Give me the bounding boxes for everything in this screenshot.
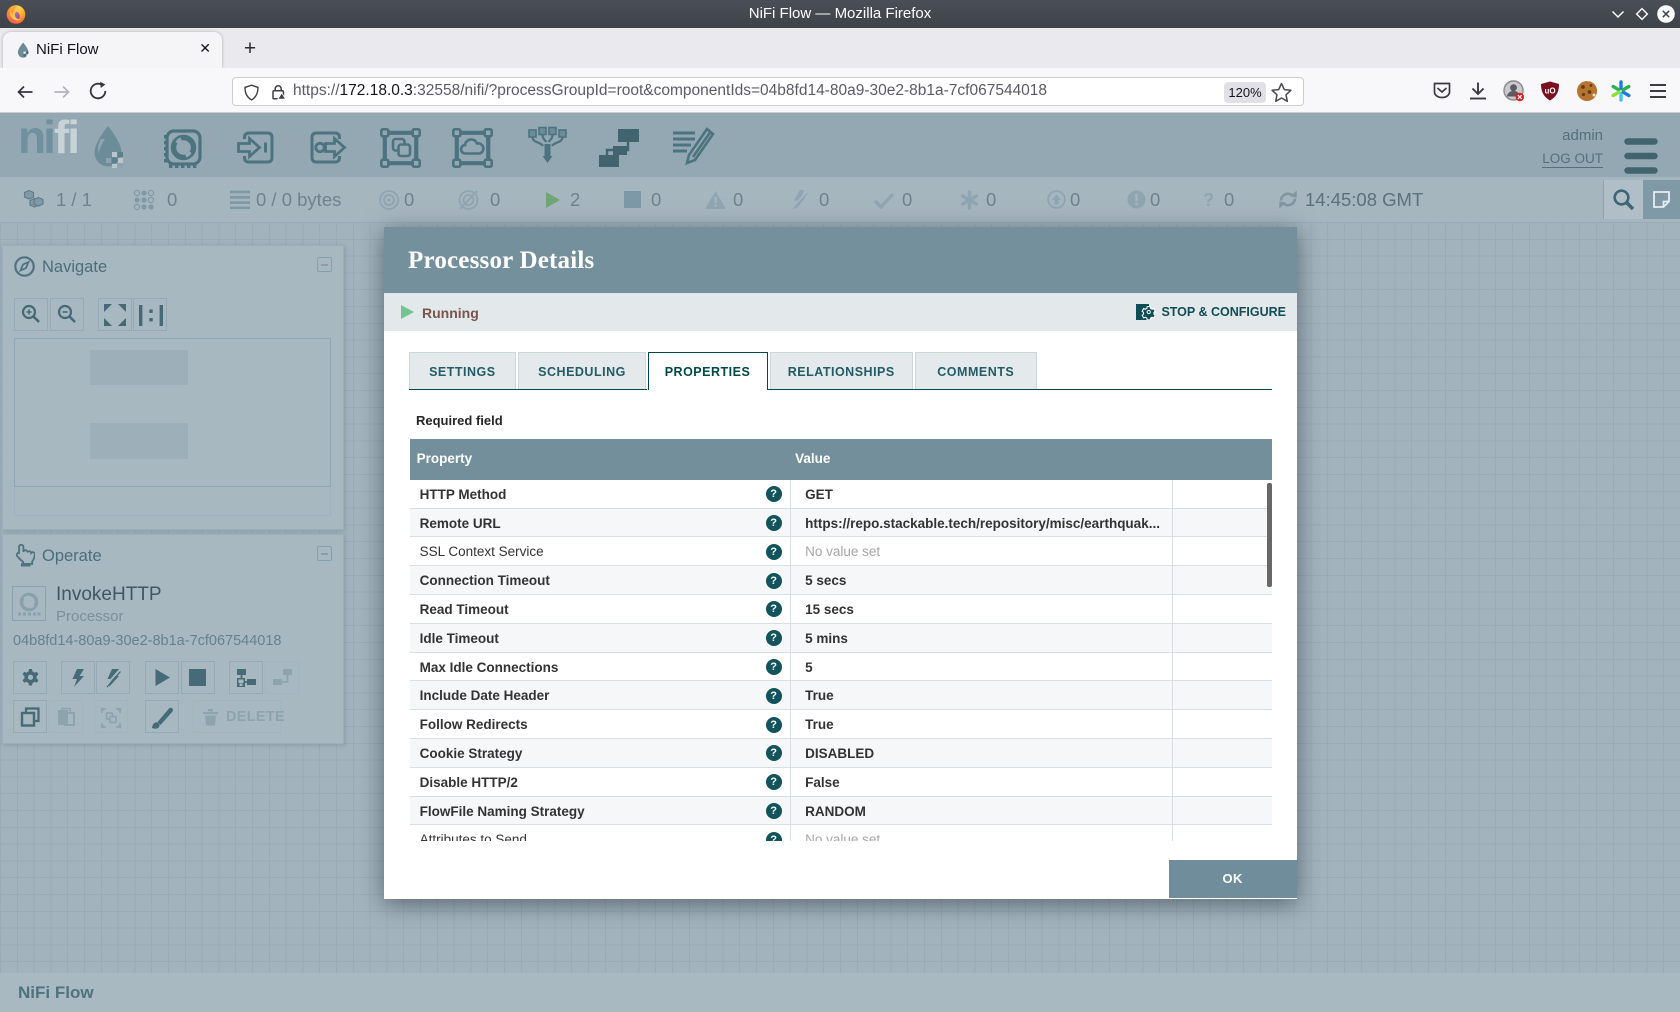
svg-text:uO: uO <box>1544 87 1555 96</box>
